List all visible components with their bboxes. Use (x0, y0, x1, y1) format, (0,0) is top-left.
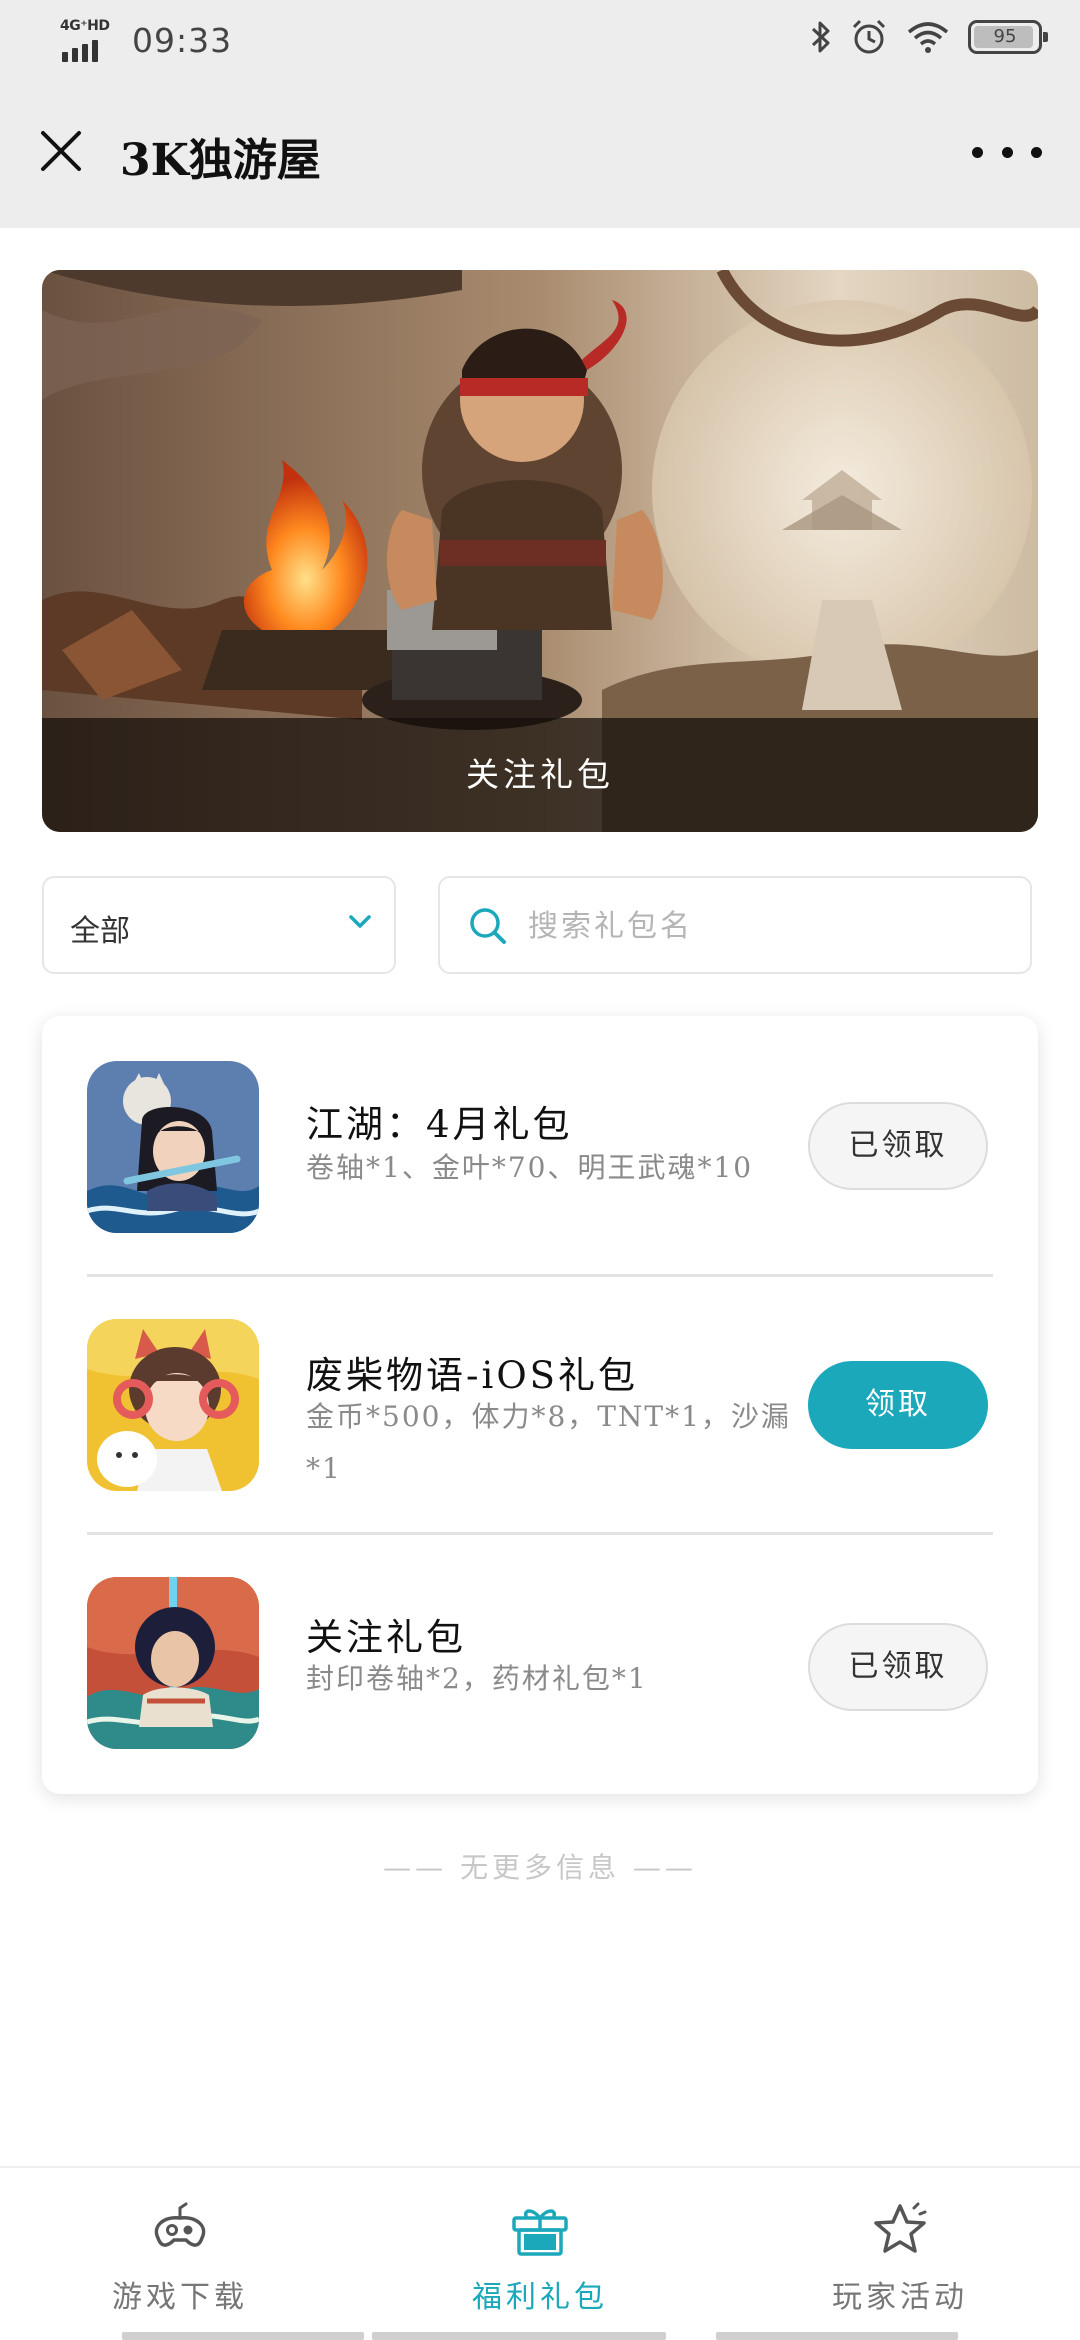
nav-label: 福利礼包 (472, 2280, 608, 2315)
list-item: 废柴物语-iOS礼包 金币*500，体力*8，TNT*1，沙漏*1 领取 (42, 1277, 1038, 1533)
battery-icon: 95 (968, 20, 1048, 54)
status-left: 4G⁺HD 09:33 (60, 18, 232, 62)
nav-label: 游戏下载 (112, 2280, 248, 2315)
game-icon-follow (87, 1577, 259, 1749)
gift-desc: 金币*500，体力*8，TNT*1，沙漏*1 (306, 1400, 791, 1485)
claimed-button[interactable]: 已领取 (808, 1102, 988, 1190)
list-item: 江湖：4月礼包 卷轴*1、金叶*70、明王武魂*10 已领取 (42, 1016, 1038, 1276)
close-button[interactable] (34, 124, 88, 178)
signal-icon: 4G⁺HD (60, 18, 122, 62)
clock: 09:33 (132, 20, 233, 60)
nav-item-player-activity[interactable]: 玩家活动 (720, 2168, 1080, 2340)
no-more-info: —— 无更多信息 —— (383, 1851, 697, 1884)
wifi-icon (907, 22, 949, 53)
nav-item-game-download[interactable]: 游戏下载 (0, 2168, 360, 2340)
home-indicator (122, 2332, 364, 2340)
close-icon (41, 131, 81, 171)
search-input[interactable] (528, 898, 1008, 954)
gift-list: 江湖：4月礼包 卷轴*1、金叶*70、明王武魂*10 已领取 废柴物语-iOS礼… (42, 1016, 1038, 1794)
battery-level: 95 (993, 26, 1017, 47)
gift-title: 江湖：4月礼包 (306, 1103, 573, 1146)
category-value: 全部 (70, 914, 130, 949)
claimed-button[interactable]: 已领取 (808, 1623, 988, 1711)
game-icon-jianghu (87, 1061, 259, 1233)
page-title: 3K独游屋 (120, 135, 321, 186)
title-bar: 3K独游屋 (0, 80, 1080, 228)
list-item: 关注礼包 封印卷轴*2，药材礼包*1 已领取 (42, 1535, 1038, 1794)
gift-icon (512, 2209, 568, 2256)
bluetooth-icon (811, 21, 830, 53)
nav-item-gift[interactable]: 福利礼包 (360, 2168, 720, 2340)
banner[interactable]: 关注礼包 (42, 270, 1038, 832)
bottom-nav: 游戏下载 福利礼包 玩家活动 (0, 2166, 1080, 2340)
more-icon (972, 146, 983, 158)
game-icon-feichai (87, 1319, 259, 1491)
chevron-down-icon (349, 915, 371, 928)
more-button[interactable] (972, 132, 1042, 172)
category-select[interactable]: 全部 (42, 876, 396, 974)
banner-caption: 关注礼包 (42, 718, 1038, 832)
home-indicator (372, 2332, 666, 2340)
gamepad-icon (154, 2202, 206, 2247)
search-icon (470, 908, 506, 944)
claim-button[interactable]: 领取 (808, 1361, 988, 1449)
status-right: 95 (810, 18, 1048, 56)
network-type: 4G⁺HD (60, 18, 110, 34)
search-box[interactable] (438, 876, 1032, 974)
star-icon (874, 2202, 927, 2253)
status-bar: 4G⁺HD 09:33 95 (0, 0, 1080, 80)
nav-label: 玩家活动 (832, 2280, 968, 2315)
home-indicator (716, 2332, 958, 2340)
gift-desc: 封印卷轴*2，药材礼包*1 (306, 1662, 648, 1695)
alarm-icon (852, 19, 886, 54)
gift-desc: 卷轴*1、金叶*70、明王武魂*10 (306, 1151, 754, 1184)
